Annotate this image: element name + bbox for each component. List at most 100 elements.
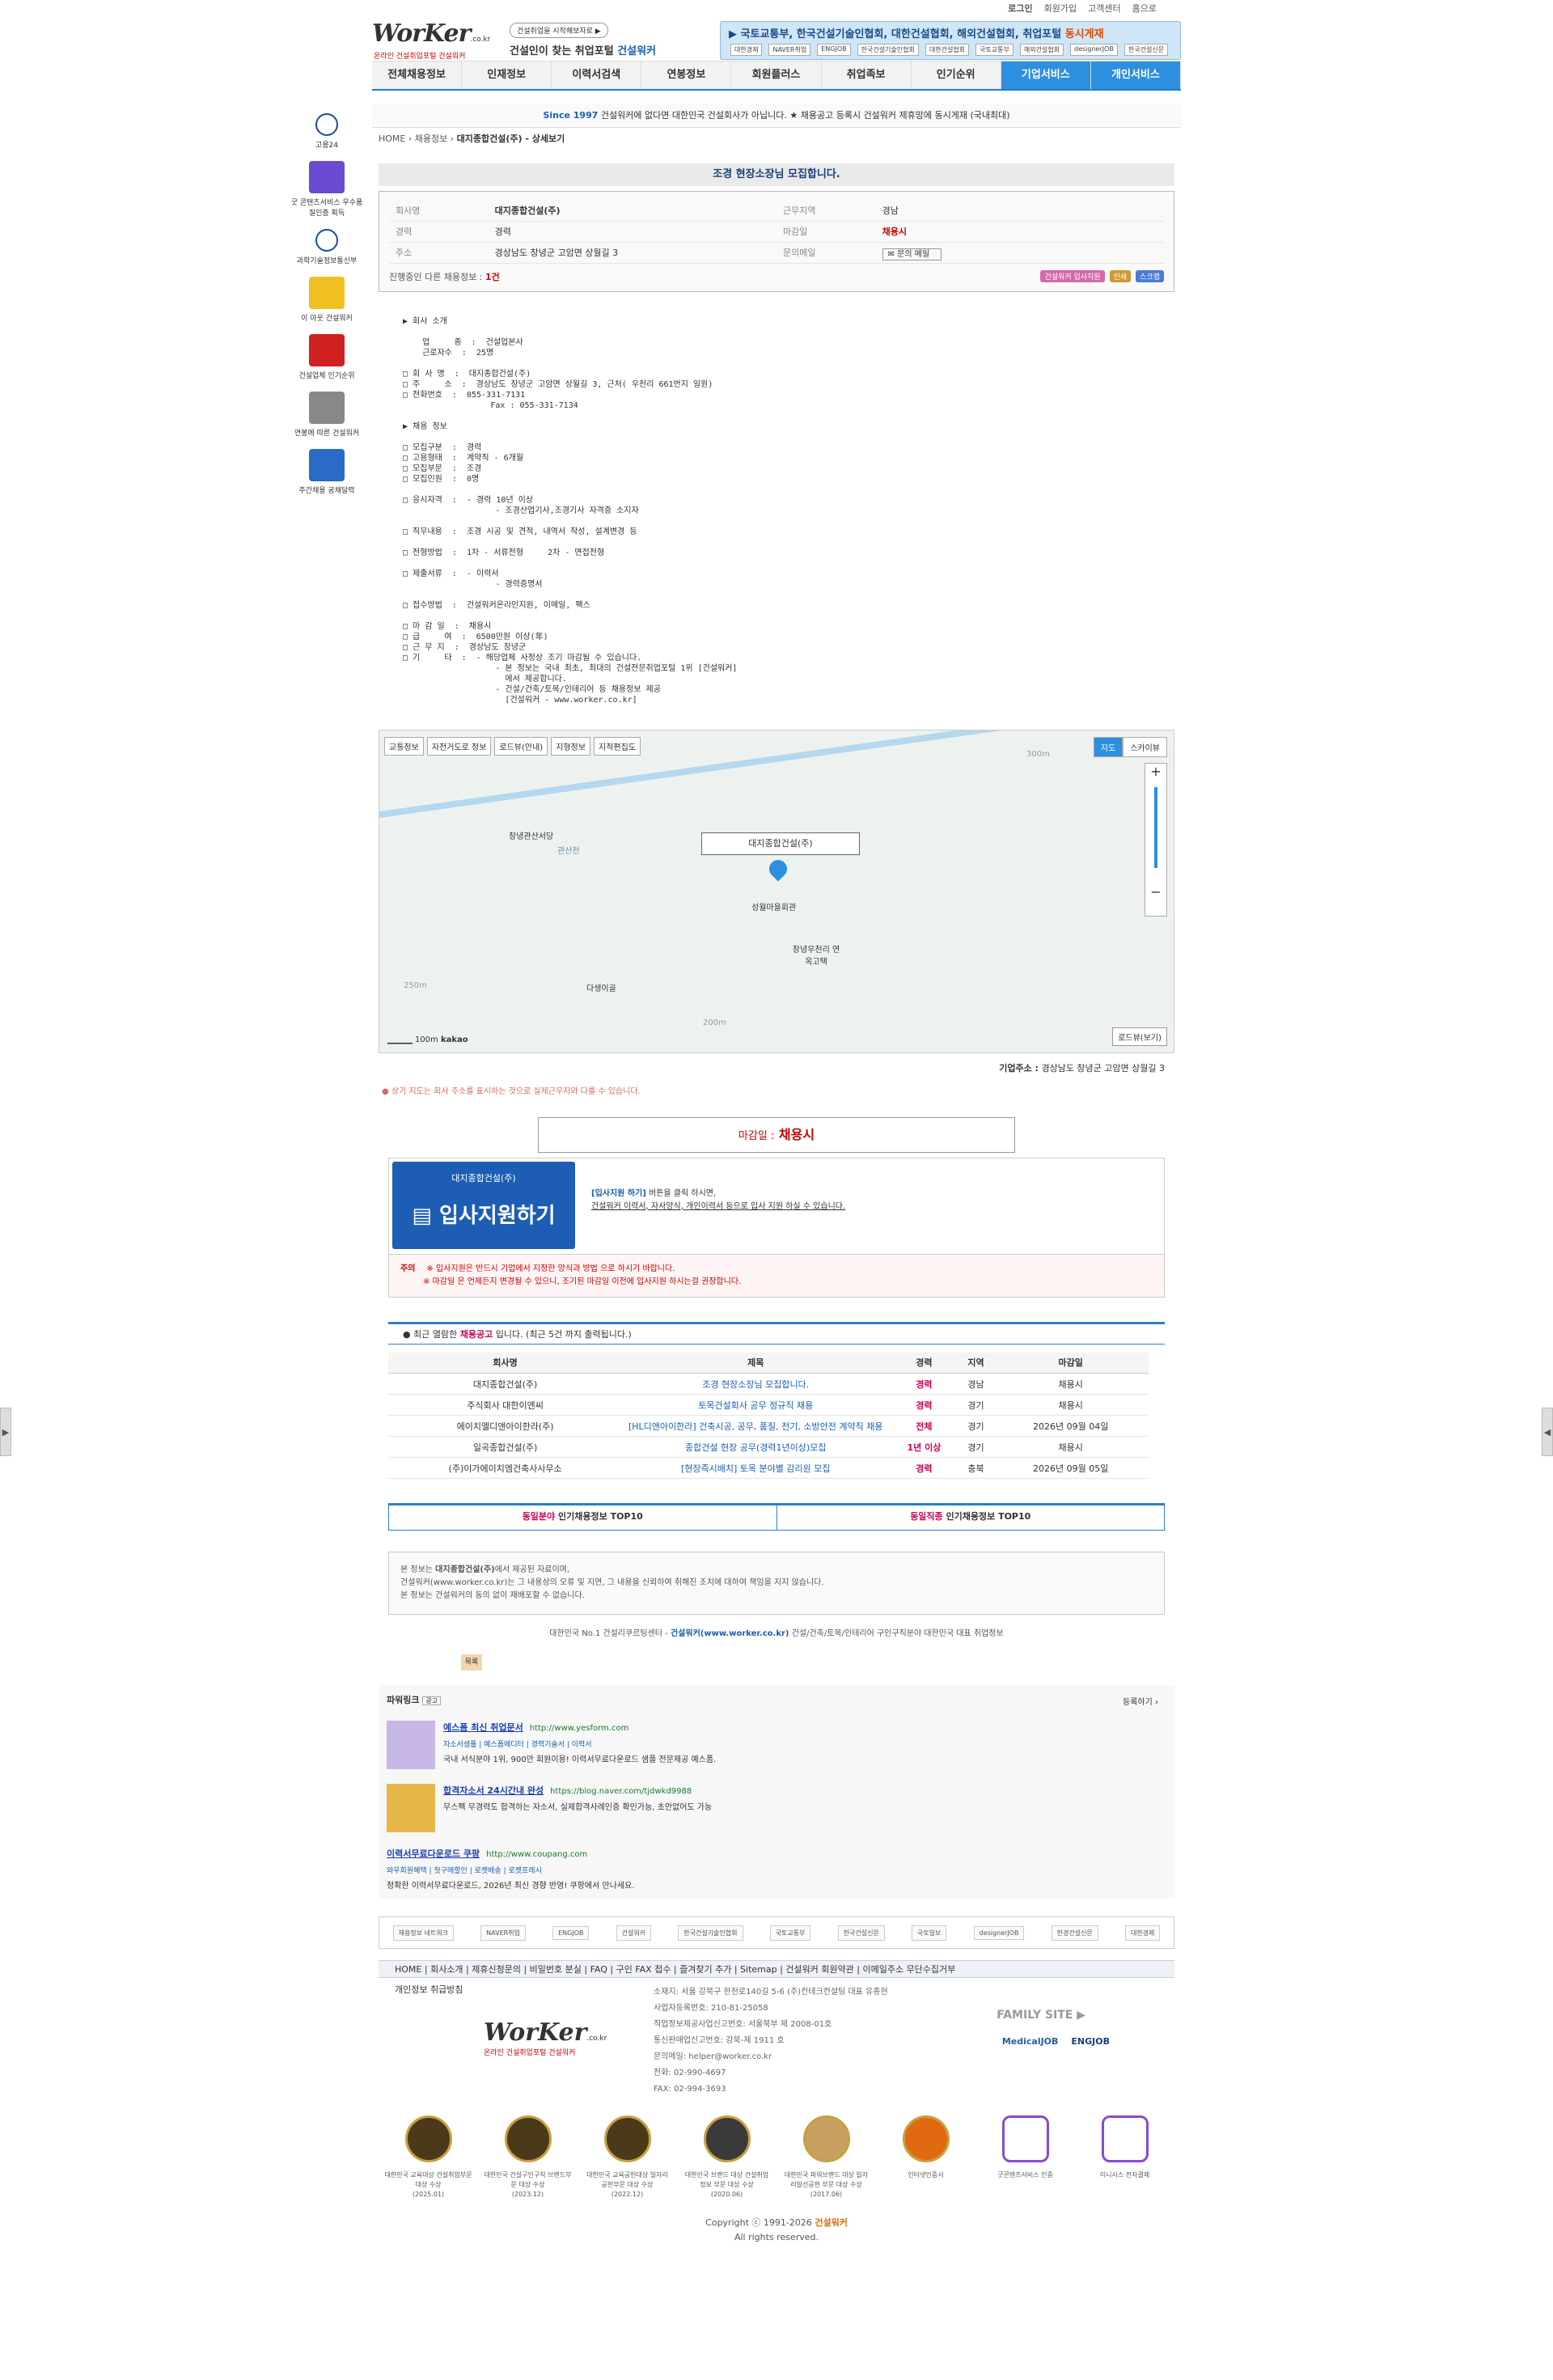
breadcrumb-category[interactable]: 채용정보: [415, 133, 447, 144]
banner-logo[interactable]: 국토교통부: [975, 44, 1013, 56]
partner-logo[interactable]: 한경건설신문: [1051, 1925, 1098, 1941]
right-expand-tab[interactable]: ◀: [1542, 1408, 1553, 1456]
map-layer-button[interactable]: 지형정보: [551, 736, 591, 756]
left-banner[interactable]: 이 아웃 건설워커: [288, 277, 366, 323]
zoom-out-icon[interactable]: −: [1145, 884, 1166, 900]
table-row[interactable]: 일곡종합건설(주) 종합건설 현장 공무(경력1년이상)모집 1년 이상 경기 채용시: [388, 1436, 1149, 1458]
header-banner[interactable]: ▶ 국토교통부, 한국건설기술인협회, 대한건설협회, 해외건설협회, 취업포털…: [720, 21, 1181, 60]
banner-logo[interactable]: designerJOB: [1070, 44, 1118, 56]
powerlink-item-title[interactable]: 합격자소서 24시간내 완성: [443, 1785, 544, 1796]
powerlink-item-url[interactable]: http://www.coupang.com: [486, 1850, 587, 1859]
left-expand-tab[interactable]: ▶: [0, 1408, 11, 1456]
list-button[interactable]: 목록: [461, 1654, 482, 1671]
table-row[interactable]: 대지종합건설(주) 조경 현장소장님 모집합니다. 경력 경남 채용시: [388, 1373, 1149, 1395]
job-action-button[interactable]: 인쇄: [1109, 270, 1132, 282]
nav-item[interactable]: 인재정보: [462, 61, 552, 89]
partner-logo[interactable]: 국토교통부: [769, 1925, 811, 1941]
table-row[interactable]: (주)이가에이치엠건축사사무소 [현장즉시배치] 토목 분야별 감리원 모집 경력 충…: [388, 1457, 1149, 1479]
family-medicaljob[interactable]: MedicalJOB: [1002, 2036, 1059, 2047]
table-row[interactable]: 주식회사 대한이엔씨 토목건설회사 공무 정규직 채용 경력 경기 채용시: [388, 1394, 1149, 1416]
award-medal-icon: [603, 2115, 651, 2162]
zoom-in-icon[interactable]: +: [1145, 764, 1166, 779]
nav-item[interactable]: 개인서비스: [1090, 61, 1181, 89]
partner-logo[interactable]: 한국건설기술인협회: [678, 1925, 743, 1941]
breadcrumb-home[interactable]: HOME: [379, 133, 405, 144]
left-banner[interactable]: 건설업체 인기순위: [288, 334, 366, 380]
job-action-button[interactable]: 스크랩: [1136, 270, 1164, 282]
powerlink-item-title[interactable]: 예스폼 최신 취업문서: [443, 1722, 523, 1733]
left-banner[interactable]: 고용24: [288, 113, 366, 150]
banner-logo[interactable]: 대한경제: [730, 44, 763, 56]
home-start-link[interactable]: 홈으로: [1132, 2, 1157, 15]
powerlink-item-url[interactable]: https://blog.naver.com/tjdwkd9988: [550, 1787, 692, 1796]
powerlink-item-url[interactable]: http://www.yesform.com: [530, 1724, 629, 1733]
table-cell[interactable]: [현장즉시배치] 토목 분야별 감리원 모집: [622, 1457, 890, 1479]
powerlink-item[interactable]: 이력서무료다운로드 쿠팡 http://www.coupang.com 와우회원혜택…: [387, 1847, 1166, 1891]
apply-button[interactable]: 대지종합건설(주) ▤ 입사지원하기: [392, 1161, 575, 1249]
nav-item[interactable]: 연봉정보: [641, 61, 732, 89]
banner-logo[interactable]: 한국건설기술인협회: [857, 44, 919, 56]
banner-logo[interactable]: 해외건설협회: [1019, 44, 1064, 56]
roadview-button[interactable]: 로드뷰(보기): [1112, 1027, 1167, 1046]
site-logo[interactable]: WorKer.co.kr 온라인 건설취업포털 건설워커: [372, 19, 490, 61]
nav-item[interactable]: 취업족보: [822, 61, 912, 89]
privacy-link[interactable]: 개인정보 취급방침: [395, 1983, 463, 1996]
partner-logo[interactable]: 채용정보 네트워크: [392, 1925, 455, 1941]
nav-item[interactable]: 회원플러스: [731, 61, 822, 89]
map-type-sky[interactable]: 스카이뷰: [1123, 736, 1167, 757]
slogan-line-brand: 건설워커(www.worker.co.kr): [670, 1629, 789, 1638]
table-cell[interactable]: 조경 현장소장님 모집합니다.: [622, 1373, 890, 1395]
family-site[interactable]: FAMILY SITE ▶: [997, 2009, 1085, 2022]
job-action-button[interactable]: 건설워커 입사지원: [1040, 270, 1105, 282]
table-cell[interactable]: [HL디앤아이한라] 건축시공, 공무, 품질, 전기, 소방안전 계약직 채용: [622, 1415, 890, 1437]
partner-logo[interactable]: designerJOB: [973, 1925, 1025, 1940]
powerlink-item[interactable]: 합격자소서 24시간내 완성 https://blog.naver.com/tjd…: [387, 1784, 1166, 1832]
partner-logo[interactable]: 국토일보: [911, 1925, 947, 1941]
contact-mail-button[interactable]: ✉ 문의 메일: [882, 248, 942, 260]
nav-item[interactable]: 전체채용정보: [372, 61, 463, 89]
nav-item[interactable]: 이력서검색: [552, 61, 642, 89]
nav-item[interactable]: 인기순위: [912, 61, 1001, 89]
banner-logo[interactable]: 한국건설신문: [1123, 44, 1169, 56]
join-link[interactable]: 회원가입: [1044, 2, 1077, 15]
map-layer-button[interactable]: 로드뷰(안내): [494, 736, 548, 756]
zoom-slider[interactable]: [1154, 786, 1157, 868]
map-layer-button[interactable]: 자전거도로 정보: [426, 736, 492, 756]
left-banner[interactable]: 과학기술정보통신부: [288, 229, 366, 265]
banner-logo[interactable]: NAVER취업: [768, 44, 811, 56]
map-layer-button[interactable]: 교통정보: [384, 736, 424, 756]
location-map[interactable]: 교통정보 자전거도로 정보 로드뷰(안내) 지형정보 지적편집도 지도 스카이뷰 + − 창…: [379, 729, 1174, 1053]
header-badge[interactable]: 건설취업을 시작해보자로 ▶: [510, 23, 608, 38]
left-banner[interactable]: 주간채용 공채달력: [288, 449, 366, 495]
powerlink-item-title[interactable]: 이력서무료다운로드 쿠팡: [387, 1849, 480, 1859]
partner-logo[interactable]: 한국건설신문: [837, 1925, 885, 1941]
partner-logo[interactable]: NAVER취업: [480, 1925, 526, 1941]
table-row[interactable]: 에이치엘디앤아이한라(주) [HL디앤아이한라] 건축시공, 공무, 품질, 전기…: [388, 1415, 1149, 1437]
left-banner[interactable]: 굿 콘텐츠서비스 우수품질인증 획득: [288, 161, 366, 218]
nav-item[interactable]: 기업서비스: [1001, 61, 1091, 89]
partner-logo[interactable]: 건설워커: [616, 1925, 652, 1941]
ongoing-jobs[interactable]: 진행중인 다른 채용정보 : 1건: [389, 270, 500, 283]
table-cell[interactable]: 토목건설회사 공무 정규직 채용: [622, 1394, 890, 1416]
powerlink-sublinks[interactable]: 자소서샘플 | 예스폼에디터 | 경력기술서 | 이력서: [443, 1738, 716, 1749]
table-cell[interactable]: 종합건설 현장 공무(경력1년이상)모집: [622, 1436, 890, 1458]
left-banner[interactable]: 연봉에 따른 건설워커: [288, 392, 366, 438]
powerlink-register[interactable]: 등록하기 ›: [1123, 1695, 1158, 1707]
partner-logo[interactable]: 대한경제: [1124, 1925, 1161, 1941]
banner-logo[interactable]: ENGJOB: [817, 44, 851, 56]
partner-logo[interactable]: ENGJOB: [552, 1925, 590, 1940]
map-layer-button[interactable]: 지적편집도: [594, 736, 641, 756]
powerlink-item[interactable]: 예스폼 최신 취업문서 http://www.yesform.com 자소서샘플 |…: [387, 1721, 1166, 1769]
map-type-map[interactable]: 지도: [1093, 736, 1123, 757]
map-pin-icon[interactable]: [765, 855, 791, 882]
job-line: 진행중인 다른 채용정보 : 1건 건설워커 입사지원 인쇄 스크랩: [389, 270, 1164, 283]
powerlink-sublinks[interactable]: 와우회원혜택 | 첫구매할인 | 로켓배송 | 로켓프레시: [387, 1865, 634, 1875]
top10-job-tab[interactable]: 동일직종 인기채용정보 TOP10: [777, 1505, 1165, 1530]
login-link[interactable]: 로그인: [1008, 2, 1032, 15]
banner-logo[interactable]: 대한건설협회: [925, 44, 970, 56]
family-engjob[interactable]: ENGJOB: [1071, 2036, 1110, 2047]
cs-link[interactable]: 고객센터: [1088, 2, 1120, 15]
top10-field-tab[interactable]: 동일분야 인기채용정보 TOP10: [389, 1505, 777, 1530]
footer-links[interactable]: HOME | 회사소개 | 제휴신청문의 | 비밀번호 분실 | FAQ | 구…: [379, 1960, 1174, 1978]
map-zoom-control[interactable]: + −: [1145, 762, 1167, 917]
